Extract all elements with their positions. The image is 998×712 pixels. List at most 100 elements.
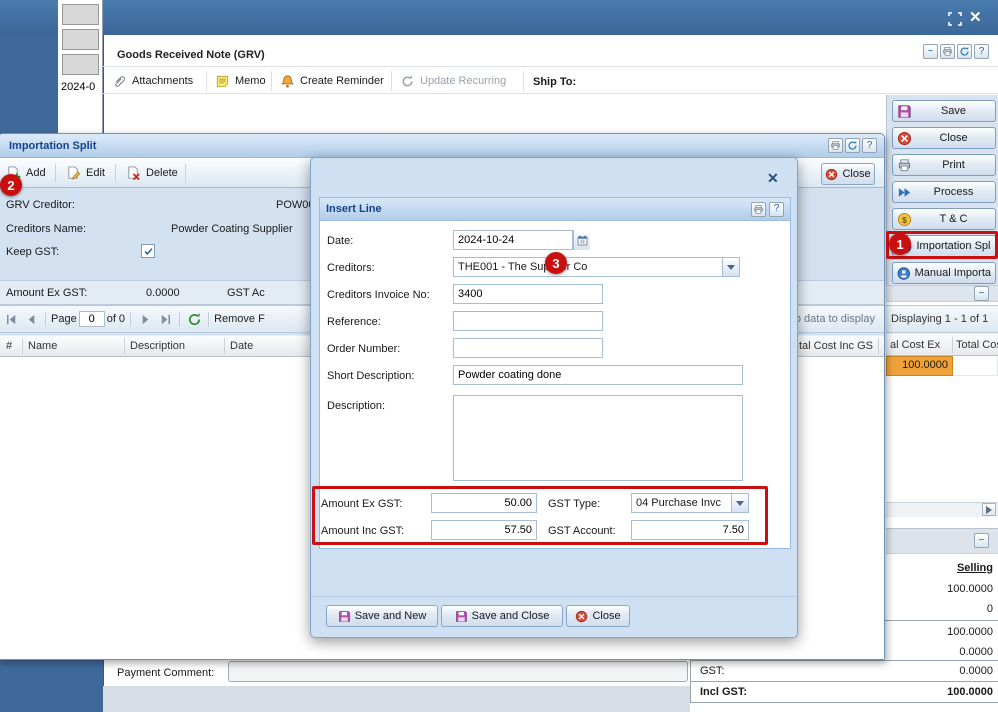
column-name[interactable]: Name [28, 338, 57, 354]
divider [55, 164, 56, 182]
amount-ex-gst-label: Amount Ex GST: [6, 285, 87, 301]
calendar-icon[interactable] [573, 230, 590, 250]
pager-first-button[interactable] [2, 310, 20, 328]
keep-gst-label: Keep GST: [6, 244, 59, 260]
creditors-invoice-input[interactable] [453, 284, 603, 304]
creditors-name-label: Creditors Name: [6, 221, 86, 237]
chevron-down-icon[interactable] [722, 258, 739, 276]
help-icon[interactable]: ? [862, 138, 877, 153]
help-icon[interactable]: ? [769, 202, 784, 217]
grv-column-total-cost-inc[interactable]: Total Cos [956, 337, 998, 353]
attachments-label: Attachments [132, 75, 193, 87]
close-window-icon[interactable]: ✕ [969, 8, 982, 26]
column-description[interactable]: Description [130, 338, 185, 354]
dialog-close-button[interactable]: Close [821, 163, 875, 185]
create-reminder-button[interactable]: Create Reminder [280, 70, 384, 92]
reference-input[interactable] [453, 311, 603, 331]
totals-value: 0.0000 [959, 644, 993, 660]
delete-document-icon [126, 166, 141, 181]
refresh-icon[interactable] [957, 44, 972, 59]
manual-import-button[interactable]: Manual Importa [892, 262, 996, 284]
grv-creditor-label: GRV Creditor: [6, 197, 75, 213]
divider [690, 681, 998, 682]
collapse-icon[interactable]: − [974, 533, 989, 548]
restore-window-icon[interactable] [947, 11, 963, 27]
annotation-step-3: 3 [545, 252, 567, 274]
save-and-new-button[interactable]: Save and New [326, 605, 438, 627]
creditors-combo[interactable]: THE001 - The Supplier Co [453, 257, 740, 277]
pager-next-button[interactable] [136, 310, 154, 328]
date-field [453, 230, 590, 250]
totals-value: 100.0000 [947, 624, 993, 640]
divider [224, 338, 225, 354]
reference-label: Reference: [327, 314, 381, 330]
pager-prev-button[interactable] [22, 310, 40, 328]
grid-empty-message: No data to display [787, 313, 881, 325]
insert-line-titlebar[interactable]: Insert Line ? [319, 197, 791, 221]
help-icon[interactable]: ? [974, 44, 989, 59]
print-icon[interactable] [940, 44, 955, 59]
grv-grid-cell[interactable] [953, 356, 998, 376]
amount-ex-gst-value: 0.0000 [146, 285, 180, 301]
printer-icon [897, 158, 912, 173]
modal-close-button[interactable]: Close [566, 605, 630, 627]
save-button[interactable]: Save [892, 100, 996, 122]
terms-button[interactable]: T & C [892, 208, 996, 230]
column-total-cost-inc-partial[interactable]: tal Cost Inc GS [799, 338, 877, 354]
date-input[interactable] [453, 230, 573, 250]
save-and-close-label: Save and Close [472, 610, 550, 622]
close-button-label: Close [916, 132, 991, 144]
close-button[interactable]: Close [892, 127, 996, 149]
grv-column-total-cost-ex[interactable]: al Cost Ex [890, 337, 940, 353]
delete-button-label: Delete [146, 167, 178, 179]
divider [130, 312, 131, 327]
grv-grid-pager: Displaying 1 - 1 of 1 [886, 305, 998, 333]
importation-split-titlebar[interactable] [0, 134, 884, 158]
app-titlebar[interactable] [0, 0, 998, 35]
remove-filter-button[interactable]: Remove F [214, 313, 265, 325]
scroll-right-button[interactable] [982, 503, 996, 516]
divider [103, 66, 998, 67]
print-button[interactable]: Print [892, 154, 996, 176]
screen: ✕ 2024-0 Goods Received Note (GRV) − ? A… [0, 0, 998, 712]
creditors-label: Creditors: [327, 260, 375, 276]
pager-page-input[interactable] [79, 311, 105, 327]
save-icon [455, 610, 468, 623]
memo-note-icon [215, 74, 230, 89]
person-icon [897, 266, 911, 281]
short-description-input[interactable] [453, 365, 743, 385]
order-number-input[interactable] [453, 338, 603, 358]
edit-button[interactable]: Edit [61, 162, 110, 184]
divider [690, 702, 998, 703]
save-button-label: Save [916, 105, 991, 117]
pager-of-label: of 0 [107, 313, 125, 325]
divider [124, 338, 125, 354]
attachments-button[interactable]: Attachments [112, 70, 193, 92]
process-button[interactable]: Process [892, 181, 996, 203]
minimize-icon[interactable]: − [923, 44, 938, 59]
grv-grid-selected-cell[interactable]: 100.0000 [886, 356, 953, 376]
memo-button[interactable]: Memo [215, 70, 266, 92]
print-icon[interactable] [751, 202, 766, 217]
recurring-icon [400, 74, 415, 89]
delete-button[interactable]: Delete [121, 162, 183, 184]
column-date[interactable]: Date [230, 338, 253, 354]
pager-last-button[interactable] [156, 310, 174, 328]
close-circle-icon [825, 168, 838, 181]
print-icon[interactable] [828, 138, 843, 153]
pager-refresh-button[interactable] [185, 310, 203, 328]
collapse-icon[interactable]: − [974, 286, 989, 301]
modal-close-icon[interactable]: ✕ [767, 170, 779, 187]
process-icon [897, 185, 912, 200]
update-recurring-label: Update Recurring [420, 75, 506, 87]
divider [878, 338, 879, 354]
column-number[interactable]: # [6, 338, 12, 354]
description-textarea[interactable] [453, 395, 743, 481]
save-icon [897, 104, 912, 119]
creditors-combo-value: THE001 - The Supplier Co [454, 258, 722, 276]
refresh-icon[interactable] [845, 138, 860, 153]
save-and-close-button[interactable]: Save and Close [441, 605, 563, 627]
keep-gst-checkbox[interactable] [141, 244, 155, 258]
payment-comment-input[interactable] [228, 661, 688, 682]
divider [115, 164, 116, 182]
